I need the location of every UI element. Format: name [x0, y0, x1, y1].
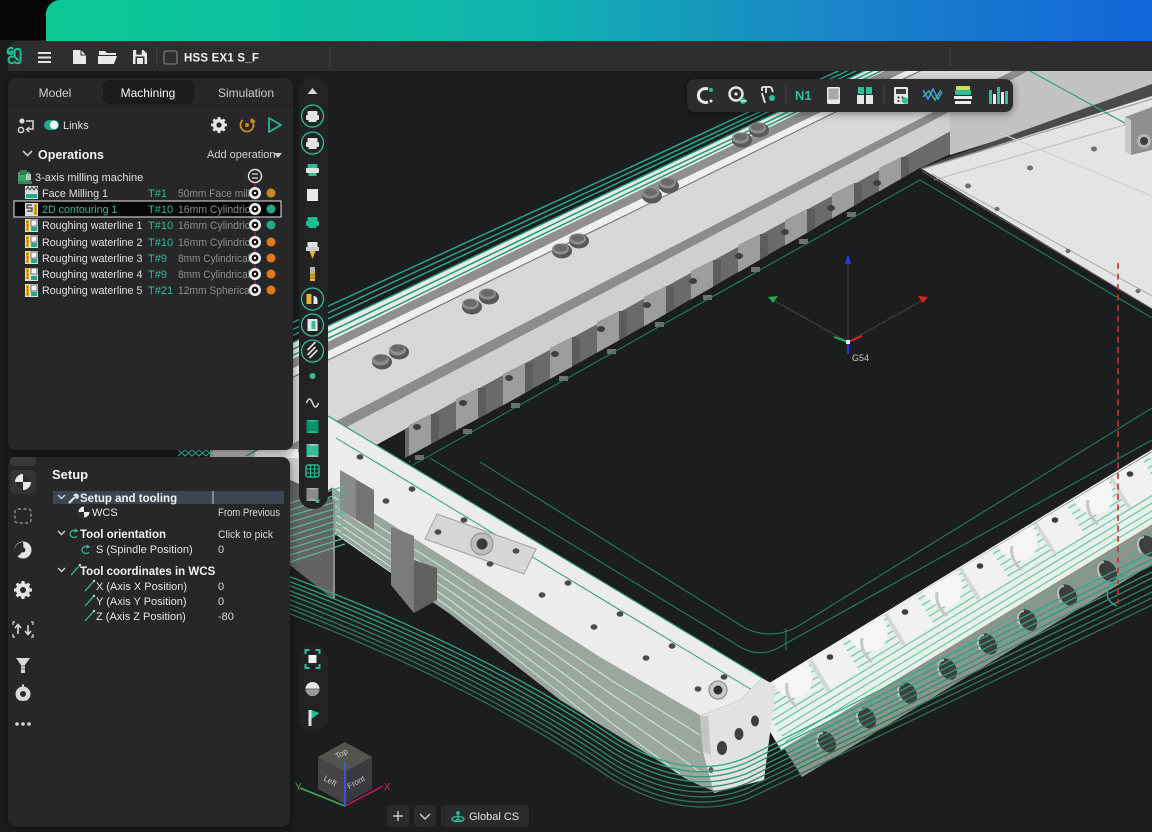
svg-text:12mm Spherica: 12mm Spherica — [178, 285, 251, 297]
svg-text:X (Axis X Position): X (Axis X Position) — [96, 581, 187, 593]
svg-text:G54: G54 — [852, 353, 869, 363]
svg-text:2D contouring 1: 2D contouring 1 — [42, 204, 118, 216]
svg-text:From Previous: From Previous — [218, 507, 280, 519]
svg-text:Setup: Setup — [52, 467, 88, 482]
svg-text:N1: N1 — [795, 88, 812, 103]
svg-text:Z (Axis Z Position): Z (Axis Z Position) — [96, 611, 186, 623]
svg-text:Tool coordinates in WCS: Tool coordinates in WCS — [80, 566, 216, 578]
svg-text:Face Milling 1: Face Milling 1 — [42, 188, 108, 200]
svg-text:Simulation: Simulation — [218, 86, 274, 100]
svg-text:Click to pick: Click to pick — [218, 529, 273, 541]
svg-text:WCS: WCS — [92, 507, 118, 519]
svg-text:Global CS: Global CS — [469, 811, 519, 823]
svg-text:8mm Cylindrical: 8mm Cylindrical — [178, 269, 250, 281]
svg-text:T#9: T#9 — [148, 269, 167, 281]
svg-text:T#21: T#21 — [148, 285, 173, 297]
svg-text:Add operation: Add operation — [207, 149, 276, 161]
svg-text:Setup and tooling: Setup and tooling — [80, 493, 177, 505]
svg-text:Roughing waterline 5: Roughing waterline 5 — [42, 285, 142, 297]
svg-text:Machining: Machining — [121, 86, 176, 100]
svg-text:X: X — [384, 782, 391, 793]
svg-text:16mm Cylindric: 16mm Cylindric — [178, 237, 250, 249]
svg-text:S (Spindle Position): S (Spindle Position) — [96, 544, 193, 556]
svg-text:T#1: T#1 — [148, 188, 167, 200]
svg-text:Y (Axis Y Position): Y (Axis Y Position) — [96, 596, 187, 608]
svg-text:3-axis milling machine: 3-axis milling machine — [35, 172, 143, 184]
svg-text:Model: Model — [39, 86, 72, 100]
svg-text:T#10: T#10 — [148, 220, 173, 232]
svg-text:16mm Cylindric: 16mm Cylindric — [178, 220, 250, 232]
svg-text:-80: -80 — [218, 611, 234, 623]
svg-text:0: 0 — [218, 596, 224, 608]
svg-text:16mm Cylindric: 16mm Cylindric — [178, 204, 250, 216]
svg-text:Roughing waterline 3: Roughing waterline 3 — [42, 253, 142, 265]
svg-text:Roughing waterline 1: Roughing waterline 1 — [42, 220, 142, 232]
svg-text:0: 0 — [218, 544, 224, 556]
svg-text:T#10: T#10 — [148, 237, 173, 249]
svg-text:Links: Links — [63, 120, 89, 132]
svg-text:T#9: T#9 — [148, 253, 167, 265]
svg-text:Roughing waterline 4: Roughing waterline 4 — [42, 269, 142, 281]
svg-text:Roughing waterline 2: Roughing waterline 2 — [42, 237, 142, 249]
svg-text:8mm Cylindrical: 8mm Cylindrical — [178, 253, 250, 265]
svg-text:T#10: T#10 — [148, 204, 173, 216]
svg-text:Y: Y — [295, 782, 302, 793]
svg-text:0: 0 — [218, 581, 224, 593]
svg-text:HSS EX1 S_F: HSS EX1 S_F — [184, 53, 259, 65]
svg-text:50mm Face mill: 50mm Face mill — [178, 188, 250, 200]
svg-text:Tool orientation: Tool orientation — [80, 529, 166, 541]
svg-text:Operations: Operations — [38, 148, 104, 162]
